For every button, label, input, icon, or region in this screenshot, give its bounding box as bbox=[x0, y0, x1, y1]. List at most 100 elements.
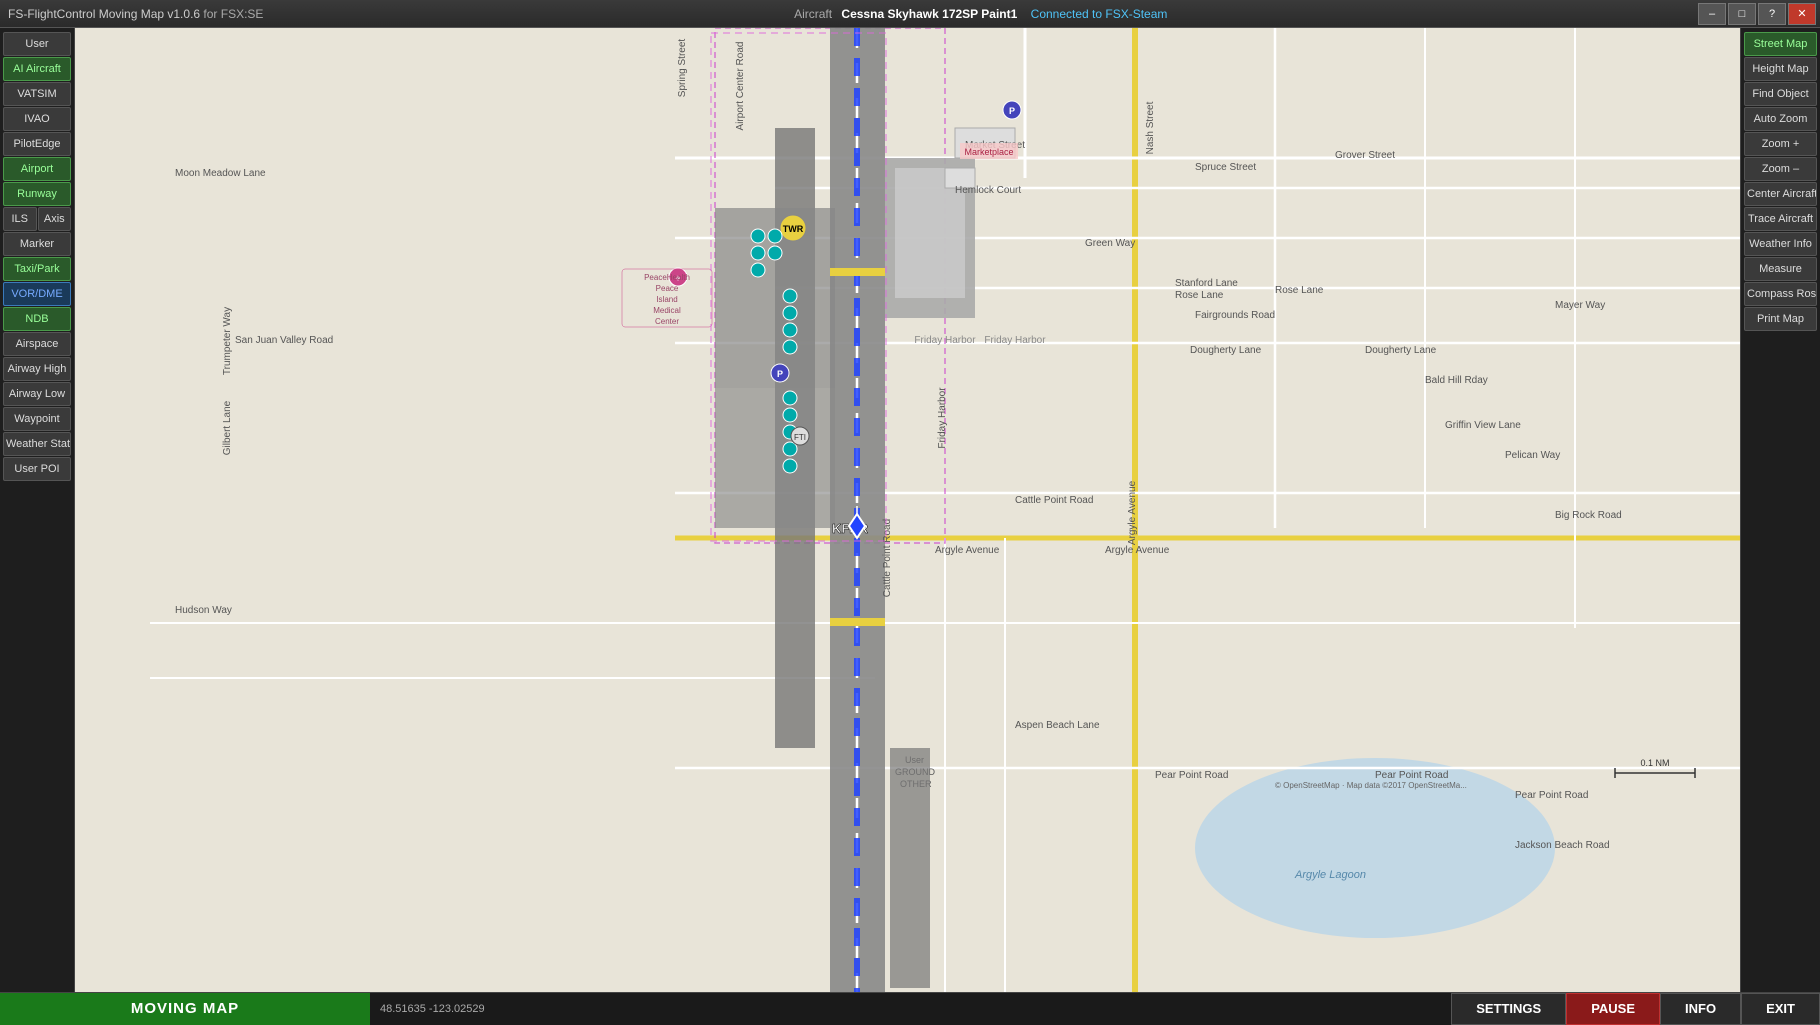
svg-text:TWR: TWR bbox=[783, 224, 804, 234]
sidebar-item-pilotedge[interactable]: PilotEdge bbox=[3, 132, 71, 156]
svg-text:Jackson Beach Road: Jackson Beach Road bbox=[1515, 840, 1610, 851]
svg-text:San Juan Valley Road: San Juan Valley Road bbox=[235, 335, 333, 346]
sidebar-item-auto-zoom[interactable]: Auto Zoom bbox=[1744, 107, 1817, 131]
svg-text:Cattle Point Road: Cattle Point Road bbox=[1015, 495, 1093, 506]
svg-text:© OpenStreetMap · Map data ©20: © OpenStreetMap · Map data ©2017 OpenStr… bbox=[1275, 781, 1467, 790]
sidebar-right: Street Map Height Map Find Object Auto Z… bbox=[1740, 28, 1820, 992]
pause-button[interactable]: PAUSE bbox=[1566, 993, 1660, 1025]
svg-text:Island: Island bbox=[656, 295, 677, 304]
svg-text:Dougherty Lane: Dougherty Lane bbox=[1365, 345, 1437, 356]
sidebar-item-print-map[interactable]: Print Map bbox=[1744, 307, 1817, 331]
close-button[interactable]: ✕ bbox=[1788, 3, 1816, 25]
sidebar-item-axis[interactable]: Axis bbox=[38, 207, 72, 231]
sidebar-item-street-map[interactable]: Street Map bbox=[1744, 32, 1817, 56]
sidebar-item-zoom-out[interactable]: Zoom – bbox=[1744, 157, 1817, 181]
svg-text:FTI: FTI bbox=[794, 433, 806, 442]
sidebar-item-runway[interactable]: Runway bbox=[3, 182, 71, 206]
sidebar-item-airport[interactable]: Airport bbox=[3, 157, 71, 181]
sidebar-left: User AI Aircraft VATSIM IVAO PilotEdge A… bbox=[0, 28, 75, 992]
svg-text:Argyle Avenue: Argyle Avenue bbox=[935, 545, 1000, 556]
svg-text:Argyle Avenue: Argyle Avenue bbox=[1105, 545, 1170, 556]
svg-text:Griffin View Lane: Griffin View Lane bbox=[1445, 420, 1521, 431]
aircraft-label: Aircraft bbox=[794, 7, 832, 21]
sidebar-item-marker[interactable]: Marker bbox=[3, 232, 71, 256]
svg-text:Argyle Avenue: Argyle Avenue bbox=[1127, 480, 1138, 545]
sidebar-item-ils-axis: ILS Axis bbox=[3, 207, 71, 231]
moving-map-button[interactable]: MOVING MAP bbox=[0, 993, 370, 1025]
sidebar-item-ndb[interactable]: NDB bbox=[3, 307, 71, 331]
sidebar-item-zoom-in[interactable]: Zoom + bbox=[1744, 132, 1817, 156]
svg-text:Stanford Lane: Stanford Lane bbox=[1175, 278, 1238, 289]
map-svg: Argyle Lagoon bbox=[75, 28, 1740, 992]
svg-text:Pelican Way: Pelican Way bbox=[1505, 450, 1560, 461]
svg-text:Dougherty Lane: Dougherty Lane bbox=[1190, 345, 1262, 356]
sidebar-item-airspace[interactable]: Airspace bbox=[3, 332, 71, 356]
sidebar-item-taxi-park[interactable]: Taxi/Park bbox=[3, 257, 71, 281]
sidebar-item-weather-info[interactable]: Weather Info bbox=[1744, 232, 1817, 256]
sidebar-item-find-object[interactable]: Find Object bbox=[1744, 82, 1817, 106]
info-button[interactable]: INFO bbox=[1660, 993, 1741, 1025]
connection-status: Connected to FSX-Steam bbox=[1031, 7, 1168, 21]
svg-text:Mayer Way: Mayer Way bbox=[1555, 300, 1605, 311]
restore-button[interactable]: □ bbox=[1728, 3, 1756, 25]
svg-text:Friday Harbor: Friday Harbor bbox=[937, 387, 948, 449]
sidebar-item-trace-aircraft[interactable]: Trace Aircraft bbox=[1744, 207, 1817, 231]
sidebar-item-center-aircraft[interactable]: Center Aircraft bbox=[1744, 182, 1817, 206]
app-for: for FSX:SE bbox=[203, 7, 263, 21]
svg-text:Pear Point Road: Pear Point Road bbox=[1375, 770, 1448, 781]
sidebar-item-ils[interactable]: ILS bbox=[3, 207, 37, 231]
sidebar-item-compass-rose[interactable]: Compass Rose bbox=[1744, 282, 1817, 306]
sidebar-item-measure[interactable]: Measure bbox=[1744, 257, 1817, 281]
svg-text:Aspen Beach Lane: Aspen Beach Lane bbox=[1015, 720, 1100, 731]
svg-text:Spruce Street: Spruce Street bbox=[1195, 162, 1256, 173]
svg-text:Center: Center bbox=[655, 317, 679, 326]
sidebar-item-vatsim[interactable]: VATSIM bbox=[3, 82, 71, 106]
sidebar-item-ivao[interactable]: IVAO bbox=[3, 107, 71, 131]
svg-text:P: P bbox=[1009, 106, 1015, 116]
sidebar-item-waypoint[interactable]: Waypoint bbox=[3, 407, 71, 431]
svg-text:Hudson Way: Hudson Way bbox=[175, 605, 232, 616]
svg-text:Hemlock Court: Hemlock Court bbox=[955, 185, 1021, 196]
settings-button[interactable]: SETTINGS bbox=[1451, 993, 1566, 1025]
svg-text:Moon Meadow Lane: Moon Meadow Lane bbox=[175, 168, 266, 179]
svg-text:Bald Hill Rday: Bald Hill Rday bbox=[1425, 375, 1488, 386]
svg-text:Friday Harbor: Friday Harbor bbox=[914, 335, 976, 346]
svg-text:Marketplace: Marketplace bbox=[964, 147, 1013, 157]
map-area[interactable]: Argyle Lagoon bbox=[75, 28, 1740, 992]
bottombar: MOVING MAP 48.51635 -123.02529 SETTINGS … bbox=[0, 992, 1820, 1024]
svg-text:Green Way: Green Way bbox=[1085, 238, 1135, 249]
titlebar-center: Aircraft Cessna Skyhawk 172SP Paint1 Con… bbox=[794, 7, 1167, 21]
svg-text:Gilbert Lane: Gilbert Lane bbox=[222, 400, 233, 455]
svg-text:Grover Street: Grover Street bbox=[1335, 150, 1395, 161]
sidebar-item-ai-aircraft[interactable]: AI Aircraft bbox=[3, 57, 71, 81]
svg-text:Cattle Point Road: Cattle Point Road bbox=[882, 519, 893, 597]
svg-text:Pear Point Road: Pear Point Road bbox=[1155, 770, 1228, 781]
sidebar-item-user[interactable]: User bbox=[3, 32, 71, 56]
coordinates-display: 48.51635 -123.02529 bbox=[370, 1003, 1451, 1015]
svg-text:Friday Harbor: Friday Harbor bbox=[984, 335, 1046, 346]
svg-text:Trumpeter Way: Trumpeter Way bbox=[222, 307, 233, 375]
svg-text:PeaceHealth: PeaceHealth bbox=[644, 273, 690, 282]
svg-text:Spring Street: Spring Street bbox=[677, 39, 688, 98]
svg-text:Big Rock Road: Big Rock Road bbox=[1555, 510, 1622, 521]
sidebar-item-vor-dme[interactable]: VOR/DME bbox=[3, 282, 71, 306]
svg-text:Airport Center Road: Airport Center Road bbox=[735, 42, 746, 131]
svg-text:0.1 NM: 0.1 NM bbox=[1640, 758, 1669, 768]
sidebar-item-user-poi[interactable]: User POI bbox=[3, 457, 71, 481]
sidebar-item-weather-station[interactable]: Weather Station bbox=[3, 432, 71, 456]
svg-text:Nash Street: Nash Street bbox=[1145, 101, 1156, 154]
svg-text:Peace: Peace bbox=[656, 284, 679, 293]
svg-text:Medical: Medical bbox=[653, 306, 681, 315]
titlebar-controls: – □ ? ✕ bbox=[1698, 3, 1820, 25]
sidebar-item-airway-low[interactable]: Airway Low bbox=[3, 382, 71, 406]
minimize-button[interactable]: – bbox=[1698, 3, 1726, 25]
exit-button[interactable]: EXIT bbox=[1741, 993, 1820, 1025]
svg-text:P: P bbox=[777, 369, 783, 379]
sidebar-item-height-map[interactable]: Height Map bbox=[1744, 57, 1817, 81]
app-title: FS-FlightControl Moving Map v1.0.6 bbox=[8, 7, 200, 21]
svg-text:Argyle Lagoon: Argyle Lagoon bbox=[1294, 869, 1366, 881]
titlebar: FS-FlightControl Moving Map v1.0.6 for F… bbox=[0, 0, 1820, 28]
svg-text:Pear Point Road: Pear Point Road bbox=[1515, 790, 1588, 801]
help-button[interactable]: ? bbox=[1758, 3, 1786, 25]
sidebar-item-airway-high[interactable]: Airway High bbox=[3, 357, 71, 381]
